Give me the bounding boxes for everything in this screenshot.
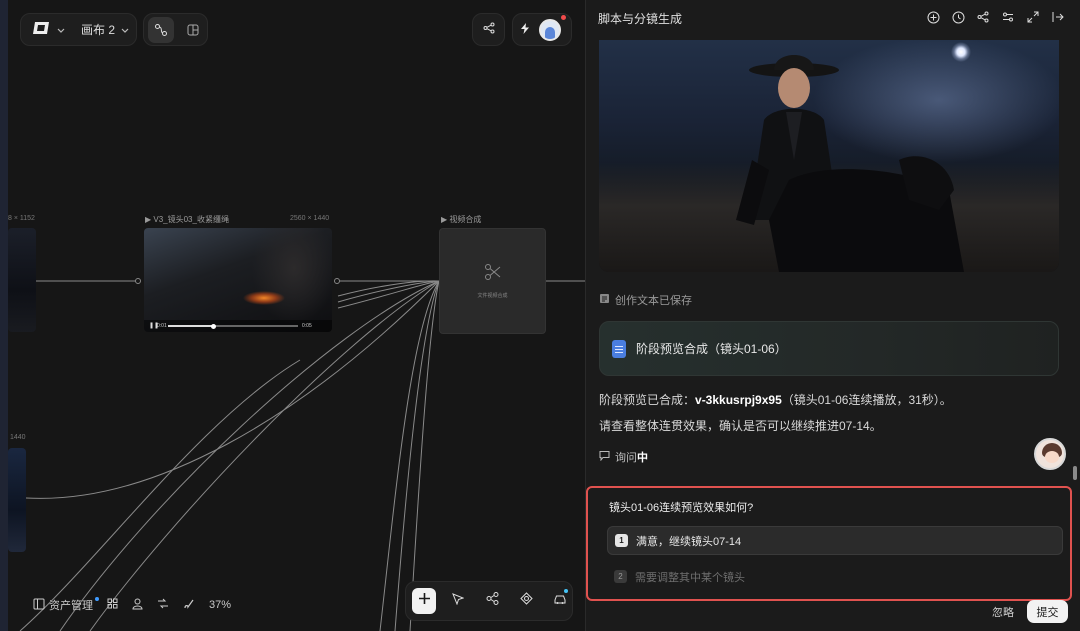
doc-card-title: 阶段预览合成（镜头01-06） <box>636 342 787 356</box>
assistant-avatar[interactable] <box>1034 438 1066 470</box>
canvas-switcher[interactable]: 画布 2 <box>20 13 137 46</box>
lightning-icon[interactable] <box>521 21 529 39</box>
doc-icon <box>612 339 626 358</box>
node-thumbnail[interactable] <box>8 448 26 552</box>
scissors-icon <box>484 263 502 286</box>
cursor-icon <box>452 592 465 610</box>
view-toggle[interactable] <box>143 13 208 46</box>
message-prefix: 阶段预览已合成： <box>599 393 696 407</box>
question-title: 镜头01-06连续预览效果如何? <box>609 502 754 514</box>
panel-scrollbar[interactable] <box>1073 466 1077 480</box>
asset-notification-dot <box>95 597 99 601</box>
saved-label: 创作文本已保存 <box>615 295 692 307</box>
exit-panel-icon[interactable] <box>1050 9 1066 25</box>
saved-status: 创作文本已保存 <box>599 292 692 308</box>
shapes-icon <box>519 592 533 610</box>
shape-tool[interactable] <box>514 588 538 614</box>
select-tool[interactable] <box>446 588 470 614</box>
node-title[interactable]: ▶ V3_镜头03_收紧缰绳 <box>145 214 229 225</box>
share-icon <box>483 21 495 39</box>
logo-icon <box>31 21 51 38</box>
split-view-icon[interactable] <box>180 17 206 43</box>
person-icon[interactable] <box>132 598 143 613</box>
video-time-total: 0:05 <box>302 323 312 329</box>
asking-label: 询问 <box>615 452 637 464</box>
submit-button[interactable]: 提交 <box>1027 600 1068 623</box>
notification-dot <box>561 15 566 20</box>
chevron-down-icon[interactable] <box>121 23 129 37</box>
asking-state: 中 <box>637 452 648 464</box>
expand-icon[interactable] <box>1025 9 1041 25</box>
brush-icon[interactable] <box>183 598 195 613</box>
asset-manager-label: 资产管理 <box>49 600 93 612</box>
preview-doc-card[interactable]: 阶段预览合成（镜头01-06） <box>599 321 1059 376</box>
option-label: 需要调整其中某个镜头 <box>635 571 745 584</box>
video-node-preview[interactable]: ❚❚ 0:01 0:05 <box>144 228 332 332</box>
panel-header-actions <box>925 9 1066 25</box>
share-button[interactable] <box>472 13 505 46</box>
preview-code: v-3kkusrpj9x95 <box>695 393 782 407</box>
image-horse <box>769 156 964 272</box>
connect-tool[interactable] <box>480 588 504 614</box>
add-node-button[interactable] <box>412 588 436 614</box>
asking-status: 询问中 <box>599 449 648 465</box>
ignore-button[interactable]: 忽略 <box>992 604 1014 620</box>
panel-title: 脚本与分镜生成 <box>598 12 683 26</box>
message-line-2: 请查看整体连贯效果，确认是否可以继续推进07-14。 <box>599 419 882 433</box>
chevron-down-icon[interactable] <box>57 23 65 37</box>
share-icon[interactable] <box>975 9 991 25</box>
history-icon[interactable] <box>950 9 966 25</box>
option-satisfied[interactable]: 1 满意，继续镜头07-14 <box>607 526 1063 555</box>
node-title[interactable]: ▶ 视频合成 <box>441 214 481 225</box>
vehicle-tool[interactable] <box>548 588 572 614</box>
node-output-port[interactable] <box>334 278 340 284</box>
user-avatar[interactable] <box>539 18 561 41</box>
video-time-current: 0:01 <box>157 323 167 329</box>
canvas-area[interactable]: 画布 2 8 × 1152 1440 ▶ V3_镜头03_收紧缰绳 2560 ×… <box>0 0 585 631</box>
storyboard-image[interactable] <box>599 40 1059 272</box>
comment-icon <box>599 450 610 464</box>
message-line-1: 阶段预览已合成：v-3kkusrpj9x95（镜头01-06连续播放，31秒）。 <box>599 391 952 408</box>
grid-icon[interactable] <box>107 598 118 612</box>
option-number: 2 <box>614 570 627 583</box>
node-thumbnail[interactable] <box>8 228 36 332</box>
canvas-name[interactable]: 画布 2 <box>81 21 115 38</box>
canvas-toolbar <box>405 581 573 621</box>
script-panel: 脚本与分镜生成 创作文本已保存 阶段预览合成（镜头01-06） 阶段预览已合成：… <box>585 0 1080 631</box>
node-graph-icon[interactable] <box>148 16 174 43</box>
filter-icon[interactable] <box>1000 9 1016 25</box>
car-icon <box>553 592 567 610</box>
video-progress-knob[interactable] <box>211 324 216 329</box>
video-progress-fill <box>168 325 213 327</box>
option-number: 1 <box>615 534 628 547</box>
share-nodes-icon <box>486 592 499 610</box>
node-input-port[interactable] <box>135 278 141 284</box>
option-adjust[interactable]: 2 需要调整其中某个镜头 <box>607 562 1063 591</box>
question-card: 镜头01-06连续预览效果如何? 1 满意，继续镜头07-14 2 需要调整其中… <box>586 486 1072 601</box>
node-dimension: 8 × 1152 <box>8 215 35 222</box>
add-circle-icon[interactable] <box>925 9 941 25</box>
zoom-level[interactable]: 37% <box>209 599 231 611</box>
compose-hint: 文件视频合成 <box>477 293 508 299</box>
message-suffix: （镜头01-06连续播放，31秒）。 <box>781 393 952 407</box>
node-dimension: 2560 × 1440 <box>290 215 330 222</box>
asset-manager-button[interactable]: 资产管理 <box>33 597 93 613</box>
tool-notification-dot <box>564 589 568 593</box>
video-compose-node[interactable]: 文件视频合成 <box>439 228 546 334</box>
shuffle-icon[interactable] <box>157 598 169 612</box>
option-label: 满意，继续镜头07-14 <box>636 535 742 548</box>
layout-icon <box>33 598 45 613</box>
canvas-bottom-bar: 资产管理 37% <box>33 594 231 616</box>
plus-icon <box>418 592 431 610</box>
document-icon <box>599 293 610 307</box>
node-dimension: 1440 <box>10 434 26 441</box>
